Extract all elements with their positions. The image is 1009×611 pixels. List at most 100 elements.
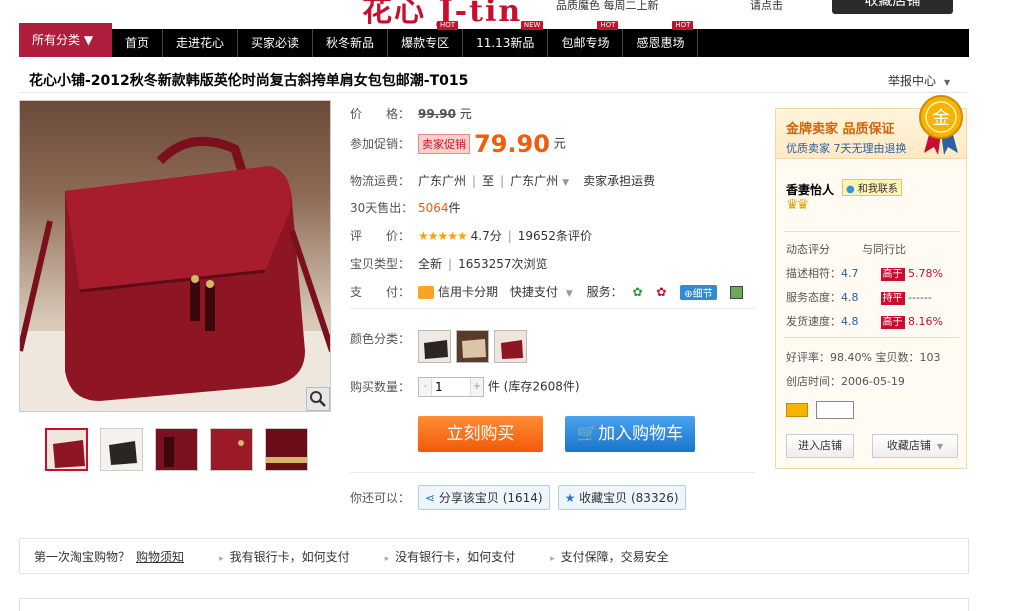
- service-label: 服务：: [586, 285, 623, 299]
- share-button[interactable]: ⋖ 分享该宝贝 (1614): [418, 485, 550, 510]
- collect-item-button[interactable]: ★ 收藏宝贝 (83326): [557, 485, 686, 510]
- detail-button[interactable]: ⊕细节: [680, 285, 717, 300]
- contact-seller-button[interactable]: ● 和我联系: [842, 179, 902, 196]
- chevron-down-icon: ▼: [562, 178, 570, 188]
- nav-items: 首页 走进花心 买家必读 秋冬新品 爆款专区 HOT 11.13新品 NEW 包邮专场 HOT 感恩…: [112, 21, 699, 57]
- credit-installment[interactable]: 信用卡分期: [438, 285, 498, 299]
- share-label: 分享该宝贝 (1614): [438, 491, 543, 505]
- service-return-icon[interactable]: ✿: [656, 285, 666, 299]
- nav-item[interactable]: 买家必读: [238, 29, 314, 57]
- shop-slogan: 品质魔色 每周二上新: [556, 0, 659, 12]
- seller-name[interactable]: 香妻怡人: [786, 181, 834, 198]
- promo-row: 参加促销： 卖家促销 79.90 元: [350, 130, 566, 158]
- view-count: 1653257次浏览: [458, 257, 548, 271]
- nav-item[interactable]: 秋冬新品: [313, 29, 389, 57]
- sold-count[interactable]: 5064: [418, 201, 449, 215]
- minus-icon[interactable]: -: [419, 378, 431, 396]
- color-option-red[interactable]: [494, 330, 527, 363]
- score-row[interactable]: 发货速度：4.8 高于 8.16%: [786, 313, 943, 329]
- service-guarantee-icon[interactable]: ✿: [632, 285, 642, 299]
- divider: [350, 472, 755, 473]
- color-option-beige[interactable]: [456, 330, 489, 363]
- color-option-black[interactable]: [418, 330, 451, 363]
- review-count[interactable]: 19652条评价: [518, 229, 592, 243]
- dynamic-score-title: 动态评分: [786, 243, 830, 256]
- report-label: 举报中心: [888, 74, 937, 88]
- ship-to-select[interactable]: 广东广州: [510, 174, 558, 188]
- nav-item[interactable]: 首页: [112, 29, 164, 57]
- score-value: 4.8: [841, 315, 859, 328]
- authenticity-icon[interactable]: [730, 286, 744, 299]
- lower-panel: [19, 598, 969, 611]
- divider: [784, 337, 959, 338]
- detail-thumb: [211, 429, 252, 470]
- add-cart-label: 加入购物车: [598, 424, 684, 444]
- payment-row: 支 付： 信用卡分期 快捷支付 ▼ 服务： ✿ ✿ ⊕细节: [350, 283, 744, 300]
- compare-title: 与同行比: [862, 243, 906, 256]
- help-link-3[interactable]: 支付保障，交易安全: [550, 548, 669, 565]
- favorite-shop-top-button[interactable]: 收藏店铺: [832, 0, 953, 14]
- separator: |: [507, 229, 512, 243]
- nav-item[interactable]: 爆款专区 HOT: [388, 21, 464, 57]
- add-to-cart-button[interactable]: 🛒加入购物车: [565, 416, 695, 452]
- nav-item[interactable]: 走进花心: [163, 29, 239, 57]
- zoom-button[interactable]: [306, 387, 330, 411]
- top-strip: 花心 J-tin 品质魔色 每周二上新 请点击 收藏店铺: [0, 0, 1009, 28]
- buy-now-button[interactable]: 立刻购买: [418, 416, 543, 452]
- thumbnail-4[interactable]: [210, 428, 253, 471]
- quantity-input[interactable]: [431, 378, 471, 396]
- certification-icon[interactable]: [816, 401, 854, 419]
- magnifier-icon: [310, 391, 326, 407]
- score-label: 服务态度：: [786, 291, 841, 304]
- plus-icon[interactable]: +: [471, 378, 483, 396]
- chevron-down-icon: ▼: [565, 289, 573, 299]
- quick-pay[interactable]: 快捷支付: [510, 285, 558, 299]
- product-title: 花心小铺-2012秋冬新款韩版英伦时尚复古斜挎单肩女包包邮潮-T015: [29, 73, 469, 89]
- thumbnail-1[interactable]: [45, 428, 88, 471]
- shop-nav-bar: 所有分类 ▼ 首页 走进花心 买家必读 秋冬新品 爆款专区 HOT 11.13新品 NEW 包邮…: [19, 21, 969, 57]
- also-row: 你还可以： ⋖ 分享该宝贝 (1614) ★ 收藏宝贝 (83326): [350, 485, 694, 510]
- shopping-help-bar: 第一次淘宝购物？ 购物须知 我有银行卡，如何支付 没有银行卡，如何支付 支付保障，…: [19, 538, 969, 574]
- separator: |: [472, 174, 477, 188]
- collect-label: 收藏宝贝 (83326): [579, 491, 679, 505]
- nav-item-label: 买家必读: [251, 36, 300, 50]
- nav-item-label: 走进花心: [176, 36, 225, 50]
- shipping-row: 物流运费： 广东广州 | 至 | 广东广州 ▼ 卖家承担运费: [350, 172, 655, 189]
- main-product-image[interactable]: [19, 100, 331, 412]
- compare-diff: 8.16%: [908, 315, 943, 328]
- thumbnail-strip: [45, 428, 308, 471]
- compare-diff: 5.78%: [908, 267, 943, 280]
- founded-row: 创店时间：2006-05-19: [786, 373, 905, 389]
- first-time-text: 第一次淘宝购物？ 购物须知: [20, 548, 184, 565]
- also-label: 你还可以：: [350, 491, 411, 505]
- chevron-down-icon: ▼: [944, 78, 951, 87]
- price-unit: 元: [553, 136, 566, 151]
- nav-item[interactable]: 11.13新品 NEW: [463, 21, 549, 57]
- enter-shop-button[interactable]: 进入店铺: [786, 434, 854, 458]
- detail-label: 细节: [692, 289, 713, 300]
- collect-shop-button[interactable]: 收藏店铺 ▼: [872, 434, 958, 458]
- score-label: 发货速度：: [786, 315, 841, 328]
- help-link-1[interactable]: 我有银行卡，如何支付: [219, 548, 350, 565]
- score-row[interactable]: 服务态度：4.8 持平 ------: [786, 289, 932, 305]
- nav-item[interactable]: 包邮专场 HOT: [548, 21, 624, 57]
- all-categories-menu[interactable]: 所有分类 ▼: [19, 23, 112, 57]
- nav-item[interactable]: 感恩惠场 HOT: [623, 21, 699, 57]
- separator: |: [448, 257, 453, 271]
- nav-item-label: 包邮专场: [561, 36, 610, 50]
- nav-item-label: 秋冬新品: [326, 36, 375, 50]
- help-link-2[interactable]: 没有银行卡，如何支付: [385, 548, 515, 565]
- chat-label: 和我联系: [857, 184, 898, 195]
- ship-from: 广东广州: [418, 174, 467, 188]
- promo-label: 参加促销：: [350, 136, 411, 151]
- credit-card-icon[interactable]: [786, 403, 808, 417]
- login-link[interactable]: 请点击: [750, 0, 783, 13]
- thumbnail-2[interactable]: [100, 428, 143, 471]
- type-label: 宝贝类型：: [350, 257, 411, 271]
- report-center-link[interactable]: 举报中心 ▼: [888, 72, 950, 89]
- thumbnail-3[interactable]: [155, 428, 198, 471]
- shopping-guide-link[interactable]: 购物须知: [136, 550, 184, 564]
- thumbnail-5[interactable]: [265, 428, 308, 471]
- dynamic-score-header: 动态评分 与同行比: [786, 241, 906, 257]
- score-row[interactable]: 描述相符：4.7 高于 5.78%: [786, 265, 943, 281]
